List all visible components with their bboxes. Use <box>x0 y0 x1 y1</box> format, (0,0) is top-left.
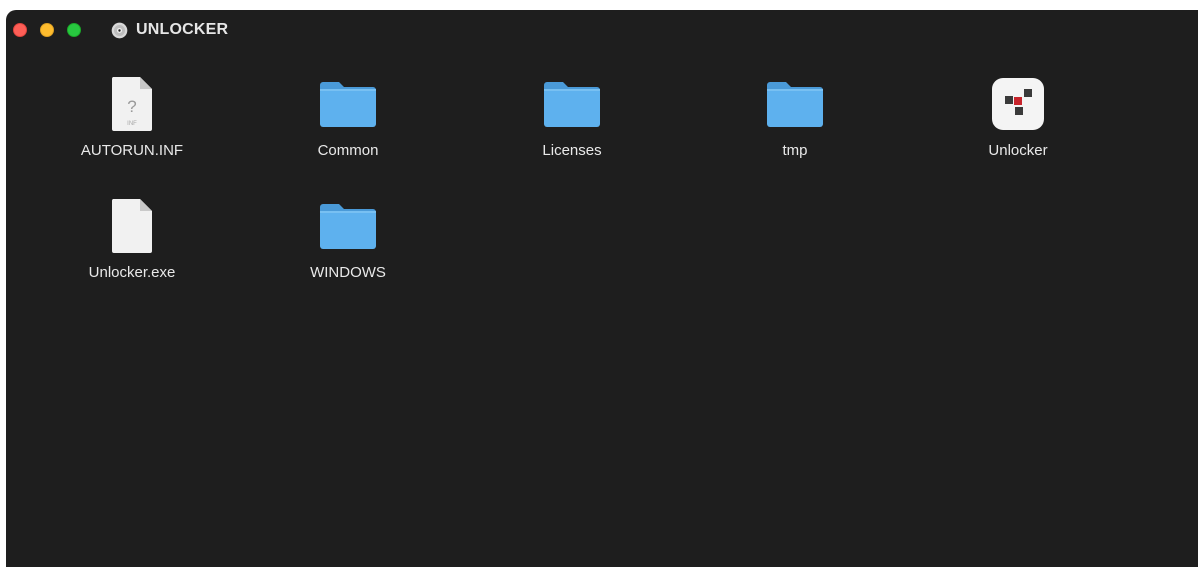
window-title-text: UNLOCKER <box>136 21 229 38</box>
file-label: Common <box>317 142 379 159</box>
file-item-unlocker-exe[interactable]: Unlocker.exe <box>52 194 212 281</box>
folder-icon <box>540 72 604 136</box>
titlebar: UNLOCKER <box>6 10 1198 52</box>
folder-icon <box>316 72 380 136</box>
file-label: WINDOWS <box>310 264 386 281</box>
minimize-button[interactable] <box>40 23 54 37</box>
folder-icon <box>763 72 827 136</box>
app-item-unlocker[interactable]: Unlocker <box>938 72 1098 159</box>
folder-icon <box>316 194 380 258</box>
close-button[interactable] <box>13 23 27 37</box>
file-label: Unlocker.exe <box>88 264 176 281</box>
window-title: UNLOCKER <box>111 19 228 41</box>
folder-item-tmp[interactable]: tmp <box>715 72 875 159</box>
inf-extension-label: INF <box>127 121 137 127</box>
file-label: tmp <box>782 142 808 159</box>
folder-item-common[interactable]: Common <box>268 72 428 159</box>
folder-item-windows[interactable]: WINDOWS <box>268 194 428 281</box>
finder-window: UNLOCKER ? INF AUTORUN.INF Common Licens… <box>6 10 1198 567</box>
document-icon <box>100 194 164 258</box>
zoom-button[interactable] <box>67 23 81 37</box>
app-icon <box>986 72 1050 136</box>
file-label: Licenses <box>542 142 602 159</box>
inf-question-mark: ? <box>127 97 136 116</box>
disc-icon <box>111 22 128 38</box>
file-item-autorun-inf[interactable]: ? INF AUTORUN.INF <box>52 72 212 159</box>
inf-document-icon: ? INF <box>100 72 164 136</box>
folder-item-licenses[interactable]: Licenses <box>492 72 652 159</box>
file-label: AUTORUN.INF <box>80 142 184 159</box>
file-label: Unlocker <box>988 142 1048 159</box>
